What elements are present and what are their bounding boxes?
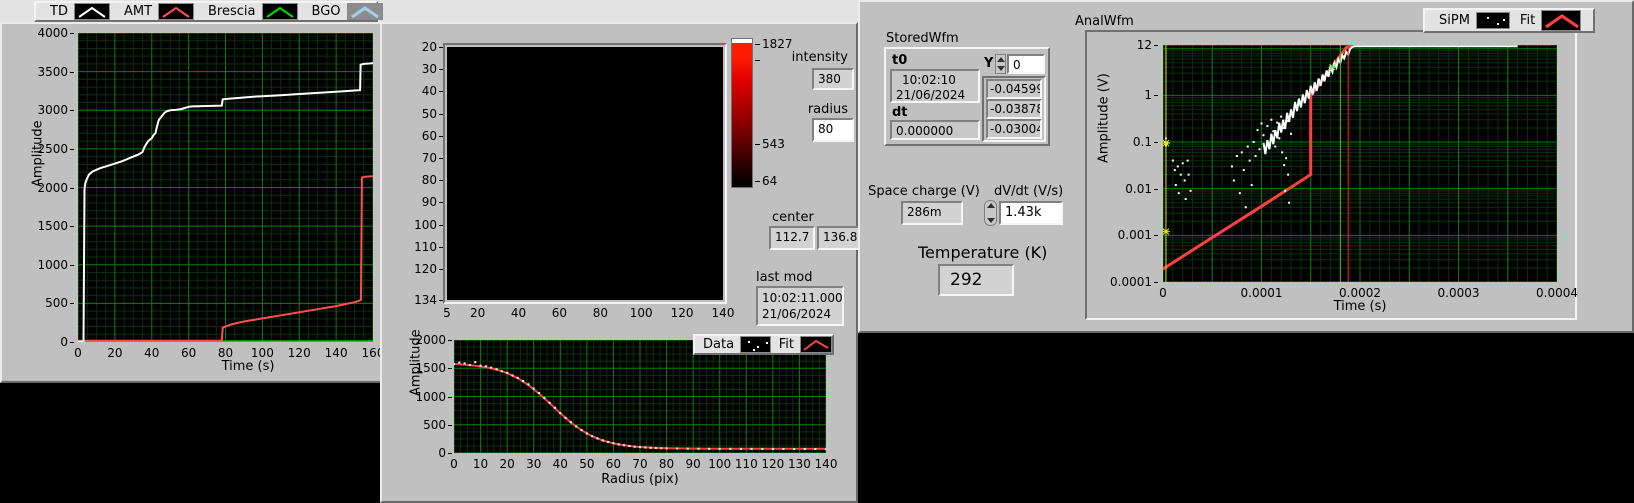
t0-value: 10:02:10 21/06/2024 [890, 69, 980, 103]
y-array-value-0: -0.045993 [986, 79, 1042, 99]
intensity-value: 380 [812, 68, 854, 90]
legend-td-label[interactable]: TD [50, 4, 68, 19]
td-chart-x-label: Time (s) [198, 359, 298, 374]
legend-fit-swatch[interactable] [800, 336, 832, 353]
dvdt-up-icon[interactable] [987, 203, 995, 208]
lastmod-date: 21/06/2024 [762, 306, 838, 322]
radial-chart-legend: Data Fit [693, 334, 834, 355]
legend-data-swatch[interactable] [740, 336, 771, 353]
y-array-value-2: -0.030043 [986, 119, 1042, 139]
center-y-value: 136.8 [817, 226, 863, 250]
legend-analfit-label[interactable]: Fit [1520, 13, 1535, 28]
legend-data-label[interactable]: Data [703, 337, 734, 352]
space-charge-label: Space charge (V) [868, 184, 980, 199]
lastmod-value: 10:02:11.000 21/06/2024 [756, 286, 844, 326]
labview-front-panel: TD AMT Brescia BGO 050010001500200025003… [0, 0, 1634, 503]
image-x-axis: 520406080100120140 [447, 306, 724, 320]
legend-fit-label[interactable]: Fit [779, 337, 794, 352]
dt-label: dt [892, 105, 908, 120]
td-chart-plot [78, 33, 373, 342]
td-chart-y-axis: 05001000150020002500300035004000 [28, 33, 74, 342]
space-charge-value: 286m [901, 201, 963, 225]
analwfm-plot [1163, 45, 1557, 282]
radius-label: radius [760, 102, 848, 117]
colorbar-min-label: 64 [762, 174, 777, 188]
legend-bgo-label[interactable]: BGO [312, 4, 341, 19]
lastmod-label: last mod [756, 270, 812, 285]
y-index-input[interactable]: 0 [1007, 54, 1045, 74]
temperature-label: Temperature (K) [918, 243, 1047, 262]
y-array-label: Y [984, 56, 993, 71]
legend-amt-label[interactable]: AMT [124, 4, 152, 19]
dt-value: 0.000000 [890, 120, 980, 140]
legend-td-swatch[interactable] [74, 3, 110, 20]
intensity-label: intensity [760, 50, 848, 65]
analwfm-title: AnalWfm [1075, 14, 1134, 29]
colorbar-mid-label: 543 [762, 137, 785, 151]
legend-brescia-label[interactable]: Brescia [208, 4, 255, 19]
t0-time: 10:02:10 [896, 73, 974, 88]
radial-chart-plot [454, 340, 826, 453]
intensity-colorbar [731, 38, 753, 188]
dvdt-down-icon[interactable] [987, 218, 995, 223]
radial-x-label: Radius (pix) [590, 472, 690, 487]
legend-analfit-swatch[interactable] [1541, 10, 1581, 31]
radius-input[interactable]: 80 [812, 118, 854, 142]
image-y-axis: 2030405060708090100110120134 [401, 47, 443, 300]
y-index-spinner[interactable] [995, 54, 1006, 74]
legend-sipm-label[interactable]: SiPM [1439, 13, 1470, 28]
legend-sipm-swatch[interactable] [1476, 12, 1510, 29]
center-x-value: 112.7 [769, 226, 815, 250]
temperature-value: 292 [938, 264, 1014, 296]
storedwfm-title: StoredWfm [886, 31, 959, 46]
radial-x-axis: 0102030405060708090100110120130140 [454, 457, 827, 471]
legend-amt-swatch[interactable] [158, 3, 194, 20]
dvdt-spinner[interactable] [984, 200, 997, 226]
analwfm-x-label: Time (s) [1310, 299, 1410, 314]
colorbar-tick-min [755, 181, 760, 182]
legend-brescia-swatch[interactable] [262, 3, 298, 20]
t0-label: t0 [892, 53, 907, 68]
analwfm-x-axis: 00.00010.00020.00030.0004 [1163, 286, 1558, 300]
y-index-down-icon[interactable] [997, 66, 1005, 71]
td-chart-legend: TD AMT Brescia BGO [34, 1, 378, 22]
lastmod-time: 10:02:11.000 [762, 290, 838, 306]
colorbar-max-label: 1827 [762, 37, 793, 51]
dvdt-label: dV/dt (V/s) [994, 184, 1086, 199]
colorbar-tick-max [755, 44, 760, 45]
colorbar-tick-mid [755, 144, 760, 145]
analwfm-y-axis: 1210.10.010.0010.0001 [1110, 45, 1158, 282]
dvdt-input[interactable]: 1.43k [999, 201, 1063, 225]
analwfm-legend: SiPM Fit [1423, 8, 1595, 33]
y-index-up-icon[interactable] [997, 57, 1005, 62]
intensity-image [447, 47, 723, 300]
td-chart-x-axis: 020406080100120140160 [78, 346, 374, 360]
t0-date: 21/06/2024 [896, 88, 974, 103]
y-array-value-1: -0.038786 [986, 99, 1042, 119]
center-label: center [772, 210, 814, 225]
legend-bgo-swatch[interactable] [347, 3, 383, 20]
